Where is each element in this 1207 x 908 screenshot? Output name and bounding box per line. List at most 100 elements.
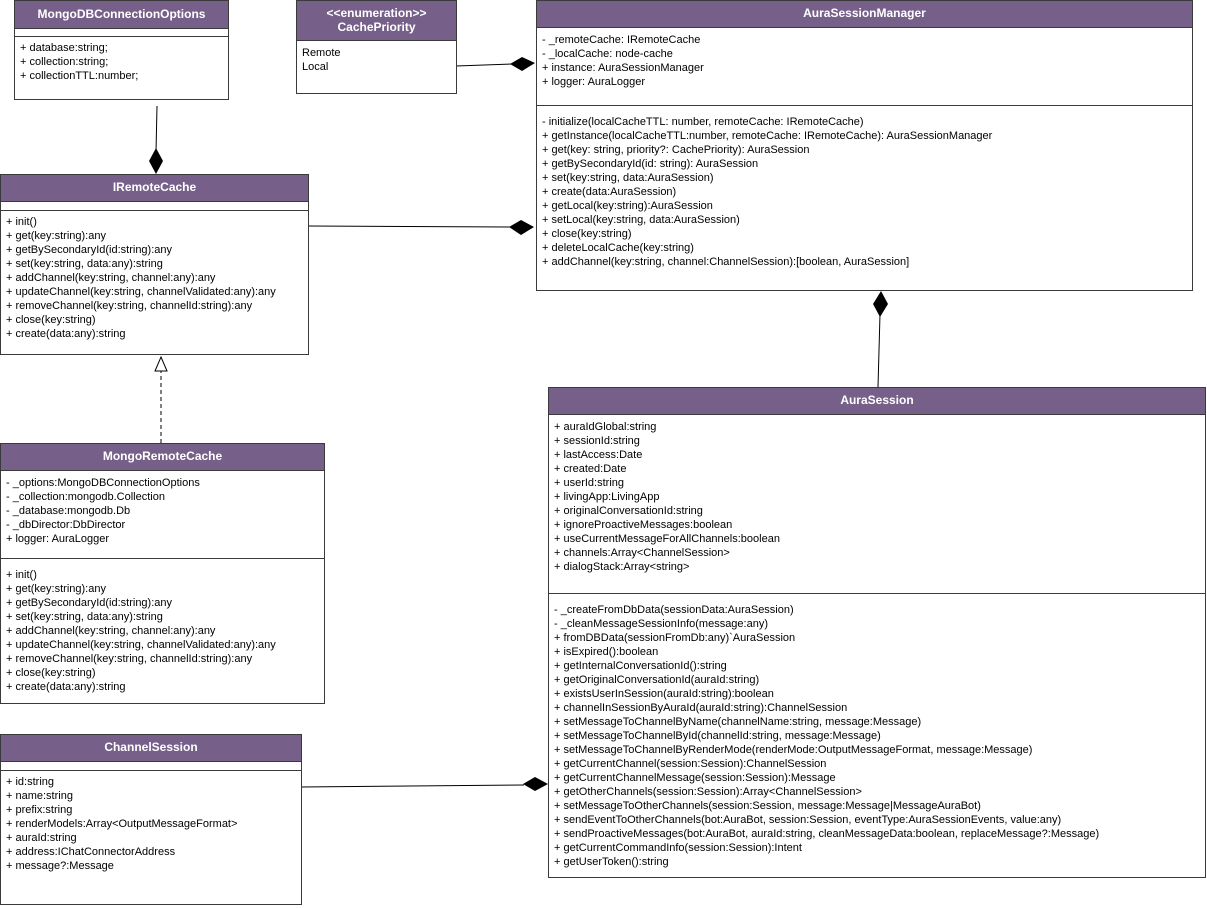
composition-diamond-manager-session — [873, 291, 888, 317]
enum-header: <<enumeration>> CachePriority — [297, 1, 456, 41]
enum-name: CachePriority — [337, 19, 416, 34]
attribute-list: - _options:MongoDBConnectionOptions - _c… — [1, 471, 324, 558]
attribute: - _remoteCache: IRemoteCache — [542, 34, 701, 46]
method: + init() — [6, 569, 37, 581]
interface-iremote-cache[interactable]: IRemoteCache + init() + get(key:string):… — [0, 174, 309, 355]
class-divider — [1, 202, 308, 211]
method: + getInternalConversationId():string — [554, 660, 727, 672]
class-aura-session-manager[interactable]: AuraSessionManager - _remoteCache: IRemo… — [536, 0, 1193, 291]
method: + existsUserInSession(auraId:string):boo… — [554, 688, 774, 700]
attribute: + sessionId:string — [554, 435, 640, 447]
method: + addChannel(key:string, channel:any):an… — [6, 272, 216, 284]
method: + updateChannel(key:string, channelValid… — [6, 639, 276, 651]
composition-line-priority-manager — [455, 63, 513, 67]
attribute-list: + database:string; + collection:string; … — [15, 37, 228, 83]
composition-line-options-remotecache — [155, 105, 158, 153]
attribute: - _database:mongodb.Db — [6, 505, 131, 517]
attribute: + auraId:string — [6, 832, 77, 844]
enum-value: Remote — [302, 47, 341, 59]
class-header: AuraSessionManager — [537, 1, 1192, 28]
enum-values: Remote Local — [297, 41, 456, 74]
class-mongo-remote-cache[interactable]: MongoRemoteCache - _options:MongoDBConne… — [0, 443, 325, 704]
composition-diamond-manager-priority — [510, 57, 535, 71]
class-divider — [1, 762, 301, 771]
method: + get(key:string):any — [6, 583, 106, 595]
method-list: + init() + get(key:string):any + getBySe… — [1, 211, 308, 341]
method: + sendProactiveMessages(bot:AuraBot, aur… — [554, 828, 1100, 840]
method: + getLocal(key:string):AuraSession — [542, 200, 713, 212]
attribute-list: + auraIdGlobal:string + sessionId:string… — [549, 415, 1205, 593]
method: + setLocal(key:string, data:AuraSession) — [542, 214, 740, 226]
class-channel-session[interactable]: ChannelSession + id:string + name:string… — [0, 734, 302, 905]
attribute: + ignoreProactiveMessages:boolean — [554, 519, 733, 531]
method: + getCurrentChannelMessage(session:Sessi… — [554, 772, 836, 784]
method: + setMessageToChannelByRenderMode(render… — [554, 744, 1033, 756]
method: - _cleanMessageSessionInfo(message:any) — [554, 618, 769, 630]
method: + init() — [6, 216, 37, 228]
method: + close(key:string) — [6, 667, 96, 679]
method-list: + init() + get(key:string):any + getBySe… — [1, 559, 324, 694]
method: + isExpired():boolean — [554, 646, 659, 658]
attribute: + livingApp:LivingApp — [554, 491, 660, 503]
enum-value: Local — [302, 61, 329, 73]
attribute-list: + id:string + name:string + prefix:strin… — [1, 771, 301, 873]
method: + sendEventToOtherChannels(bot:AuraBot, … — [554, 814, 1062, 826]
class-header: IRemoteCache — [1, 175, 308, 202]
composition-line-session-manager — [877, 313, 881, 388]
method: + get(key: string, priority?: CachePrior… — [542, 144, 810, 156]
method-list: - _createFromDbData(sessionData:AuraSess… — [549, 594, 1205, 869]
method: + getBySecondaryId(id:string):any — [6, 244, 173, 256]
method: + create(data:any):string — [6, 681, 126, 693]
class-divider — [15, 29, 228, 37]
attribute: - _localCache: node-cache — [542, 48, 673, 60]
class-aura-session[interactable]: AuraSession + auraIdGlobal:string + sess… — [548, 387, 1206, 878]
realization-arrowhead — [154, 355, 168, 372]
method: + create(data:AuraSession) — [542, 186, 677, 198]
method: + set(key:string, data:any):string — [6, 258, 163, 270]
attribute: + renderModels:Array<OutputMessageFormat… — [6, 818, 238, 830]
method: + setMessageToOtherChannels(session:Sess… — [554, 800, 981, 812]
composition-line-remotecache-manager — [307, 225, 511, 228]
attribute: + logger: AuraLogger — [542, 76, 646, 88]
method: + getBySecondaryId(id: string): AuraSess… — [542, 158, 759, 170]
class-header: AuraSession — [549, 388, 1205, 415]
attribute: + instance: AuraSessionManager — [542, 62, 704, 74]
attribute: + channels:Array<ChannelSession> — [554, 547, 730, 559]
method: + getCurrentCommandInfo(session:Session)… — [554, 842, 802, 854]
class-mongodb-connection-options[interactable]: MongoDBConnectionOptions + database:stri… — [14, 0, 229, 100]
attribute: + id:string — [6, 776, 54, 788]
method-list: - initialize(localCacheTTL: number, remo… — [537, 106, 1192, 269]
method: + close(key:string) — [6, 314, 96, 326]
method: + set(key:string, data:any):string — [6, 611, 163, 623]
method: + getUserToken():string — [554, 856, 669, 868]
attribute: + prefix:string — [6, 804, 73, 816]
attribute: + logger: AuraLogger — [6, 533, 110, 545]
method: + addChannel(key:string, channel:Channel… — [542, 256, 910, 268]
method: + get(key:string):any — [6, 230, 106, 242]
attribute: + originalConversationId:string — [554, 505, 703, 517]
method: + fromDBData(sessionFromDb:any)`AuraSess… — [554, 632, 796, 644]
method: + updateChannel(key:string, channelValid… — [6, 286, 276, 298]
composition-diamond-session-channel — [523, 777, 548, 791]
class-header: MongoDBConnectionOptions — [15, 1, 228, 29]
attribute: + collectionTTL:number; — [20, 70, 139, 82]
method: + channelInSessionByAuraId(auraId:string… — [554, 702, 848, 714]
attribute: + database:string; — [20, 42, 108, 54]
attribute: + useCurrentMessageForAllChannels:boolea… — [554, 533, 780, 545]
attribute: + userId:string — [554, 477, 625, 489]
attribute: - _dbDirector:DbDirector — [6, 519, 126, 531]
method: - _createFromDbData(sessionData:AuraSess… — [554, 604, 794, 616]
attribute: + auraIdGlobal:string — [554, 421, 657, 433]
class-name: IRemoteCache — [112, 180, 197, 195]
enum-stereotype: <<enumeration>> — [326, 5, 427, 20]
enum-cache-priority[interactable]: <<enumeration>> CachePriority Remote Loc… — [296, 0, 457, 94]
method: + removeChannel(key:string, channelId:st… — [6, 653, 253, 665]
method: + getOriginalConversationId(auraId:strin… — [554, 674, 760, 686]
attribute: + message?:Message — [6, 860, 114, 872]
attribute-list: - _remoteCache: IRemoteCache - _localCac… — [537, 28, 1192, 105]
class-header: MongoRemoteCache — [1, 444, 324, 471]
composition-diamond-remotecache — [149, 148, 163, 174]
method: + getOtherChannels(session:Session):Arra… — [554, 786, 862, 798]
attribute: - _options:MongoDBConnectionOptions — [6, 477, 200, 489]
method: + setMessageToChannelByName(channelName:… — [554, 716, 922, 728]
